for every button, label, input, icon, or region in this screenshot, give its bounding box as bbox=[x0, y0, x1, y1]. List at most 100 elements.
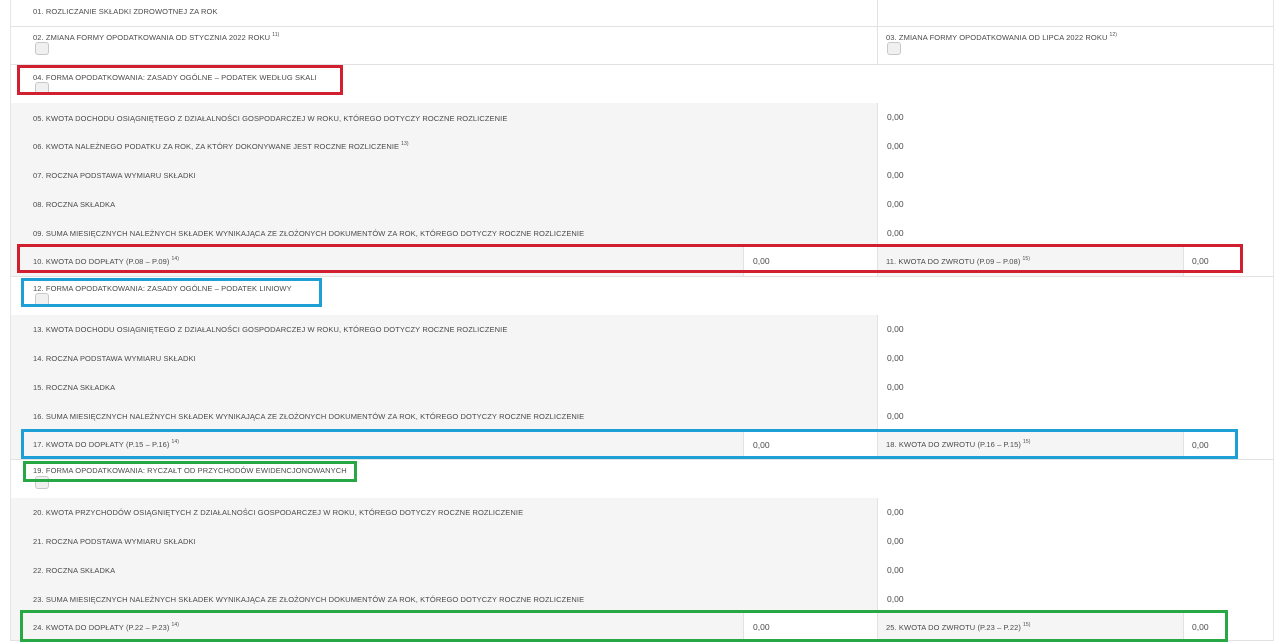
label-04: 04. Forma opodatkowania: zasady ogólne –… bbox=[33, 73, 317, 82]
field-16[interactable]: 0,00 bbox=[877, 402, 1273, 430]
row-24-25: 24. Kwota do dopłaty (P.22 – P.23) 14) 0,… bbox=[10, 613, 1274, 641]
field-07[interactable]: 0,00 bbox=[877, 161, 1273, 190]
checkbox-02[interactable] bbox=[35, 42, 49, 55]
value-13: 0,00 bbox=[887, 324, 904, 334]
field-15[interactable]: 0,00 bbox=[877, 373, 1273, 402]
row-10-11: 10. Kwota do dopłaty (P.08 – P.09) 14) 0,… bbox=[10, 247, 1274, 277]
footnote-ref: 14) bbox=[171, 256, 180, 262]
value-05: 0,00 bbox=[887, 112, 904, 122]
field-23[interactable]: 0,00 bbox=[877, 585, 1273, 613]
row-01: 01. Rozliczanie składki zdrowotnej za ro… bbox=[10, 0, 1274, 27]
label-01: 01. Rozliczanie składki zdrowotnej za ro… bbox=[33, 7, 218, 16]
row-19: 19. Forma opodatkowania: ryczałt od przy… bbox=[10, 459, 1274, 499]
label-13: 13. Kwota dochodu osiągniętego z działal… bbox=[33, 325, 508, 334]
label-19: 19. Forma opodatkowania: ryczałt od przy… bbox=[33, 466, 347, 475]
label-08: 08. Roczna składka bbox=[33, 200, 116, 209]
label-05: 05. Kwota dochodu osiągniętego z działal… bbox=[33, 114, 508, 123]
value-07: 0,00 bbox=[887, 170, 904, 180]
label-06: 06. Kwota należnego podatku za rok, za k… bbox=[33, 141, 409, 151]
row-20: 20. Kwota przychodów osiągniętych z dzia… bbox=[10, 498, 1274, 528]
row-17-18: 17. Kwota do dopłaty (P.15 – P.16) 14) 0,… bbox=[10, 430, 1274, 460]
value-08: 0,00 bbox=[887, 199, 904, 209]
row-06: 06. Kwota należnego podatku za rok, za k… bbox=[10, 132, 1274, 162]
value-25: 0,00 bbox=[1192, 622, 1209, 632]
label-16: 16. Suma miesięcznych należnych składek … bbox=[33, 412, 585, 421]
label-23: 23. Suma miesięcznych należnych składek … bbox=[33, 595, 585, 604]
footnote-ref: 13) bbox=[401, 141, 409, 147]
field-11[interactable]: 0,00 bbox=[1183, 247, 1273, 276]
footnote-ref: 14) bbox=[171, 622, 180, 628]
row-14: 14. Roczna podstawa wymiaru składki 0,00 bbox=[10, 344, 1274, 374]
field-25[interactable]: 0,00 bbox=[1183, 613, 1273, 640]
row-22: 22. Roczna składka 0,00 bbox=[10, 556, 1274, 586]
value-09: 0,00 bbox=[887, 228, 904, 238]
checkbox-03[interactable] bbox=[887, 42, 901, 55]
row-21: 21. Roczna podstawa wymiaru składki 0,00 bbox=[10, 527, 1274, 557]
label-25: 25. Kwota do zwrotu (P.23 – P.22) 15) bbox=[886, 622, 1031, 632]
field-21[interactable]: 0,00 bbox=[877, 527, 1273, 556]
label-18: 18. Kwota do zwrotu (P.16 – P.15) 15) bbox=[886, 439, 1031, 449]
row-15: 15. Roczna składka 0,00 bbox=[10, 373, 1274, 403]
field-09[interactable]: 0,00 bbox=[877, 219, 1273, 247]
field-05[interactable]: 0,00 bbox=[877, 103, 1273, 132]
value-18: 0,00 bbox=[1192, 440, 1209, 450]
value-21: 0,00 bbox=[887, 536, 904, 546]
field-10[interactable]: 0,00 bbox=[743, 247, 877, 276]
field-18[interactable]: 0,00 bbox=[1183, 430, 1273, 459]
field-17[interactable]: 0,00 bbox=[743, 430, 877, 459]
label-10: 10. Kwota do dopłaty (P.08 – P.09) 14) bbox=[33, 256, 180, 266]
row-23: 23. Suma miesięcznych należnych składek … bbox=[10, 585, 1274, 614]
row-08: 08. Roczna składka 0,00 bbox=[10, 190, 1274, 220]
value-14: 0,00 bbox=[887, 353, 904, 363]
row-13: 13. Kwota dochodu osiągniętego z działal… bbox=[10, 315, 1274, 345]
field-13[interactable]: 0,00 bbox=[877, 315, 1273, 344]
value-17: 0,00 bbox=[753, 440, 770, 450]
row-09: 09. Suma miesięcznych należnych składek … bbox=[10, 219, 1274, 248]
checkbox-04[interactable] bbox=[35, 82, 49, 95]
checkbox-19[interactable] bbox=[35, 476, 49, 489]
field-14[interactable]: 0,00 bbox=[877, 344, 1273, 373]
label-12: 12. Forma opodatkowania: zasady ogólne –… bbox=[33, 284, 292, 293]
value-16: 0,00 bbox=[887, 411, 904, 421]
field-06[interactable]: 0,00 bbox=[877, 132, 1273, 161]
label-15: 15. Roczna składka bbox=[33, 383, 116, 392]
label-17: 17. Kwota do dopłaty (P.15 – P.16) 14) bbox=[33, 439, 180, 449]
label-21: 21. Roczna podstawa wymiaru składki bbox=[33, 537, 196, 546]
value-24: 0,00 bbox=[753, 622, 770, 632]
value-15: 0,00 bbox=[887, 382, 904, 392]
checkbox-12[interactable] bbox=[35, 293, 49, 306]
row-07: 07. Roczna podstawa wymiaru składki 0,00 bbox=[10, 161, 1274, 191]
row-05: 05. Kwota dochodu osiągniętego z działal… bbox=[10, 103, 1274, 133]
label-22: 22. Roczna składka bbox=[33, 566, 116, 575]
cell-03: 03. Zmiana formy opodatkowania od lipca … bbox=[877, 26, 1273, 64]
label-11: 11. Kwota do zwrotu (P.09 – P.08) 15) bbox=[886, 256, 1030, 266]
health-contribution-form: 01. Rozliczanie składki zdrowotnej za ro… bbox=[0, 0, 1280, 642]
field-08[interactable]: 0,00 bbox=[877, 190, 1273, 219]
cell-18: 18. Kwota do zwrotu (P.16 – P.15) 15) bbox=[877, 430, 1183, 459]
footnote-ref: 15) bbox=[1022, 256, 1030, 262]
row-04: 04. Forma opodatkowania: zasady ogólne –… bbox=[10, 64, 1274, 104]
row-12: 12. Forma opodatkowania: zasady ogólne –… bbox=[10, 276, 1274, 316]
value-23: 0,00 bbox=[887, 594, 904, 604]
footnote-ref: 15) bbox=[1023, 439, 1031, 445]
row-02-03: 02. Zmiana formy opodatkowania od styczn… bbox=[10, 26, 1274, 65]
footnote-ref: 14) bbox=[171, 439, 180, 445]
value-20: 0,00 bbox=[887, 507, 904, 517]
row-16: 16. Suma miesięcznych należnych składek … bbox=[10, 402, 1274, 431]
label-03: 03. Zmiana formy opodatkowania od lipca … bbox=[886, 32, 1118, 42]
value-cell-01[interactable] bbox=[877, 0, 1273, 26]
label-14: 14. Roczna podstawa wymiaru składki bbox=[33, 354, 196, 363]
footnote-ref: 12) bbox=[1109, 32, 1118, 38]
value-06: 0,00 bbox=[887, 141, 904, 151]
field-24[interactable]: 0,00 bbox=[743, 613, 877, 640]
cell-25: 25. Kwota do zwrotu (P.23 – P.22) 15) bbox=[877, 613, 1183, 640]
footnote-ref: 15) bbox=[1023, 622, 1031, 628]
field-20[interactable]: 0,00 bbox=[877, 498, 1273, 527]
value-11: 0,00 bbox=[1192, 256, 1209, 266]
field-22[interactable]: 0,00 bbox=[877, 556, 1273, 585]
footnote-ref: 11) bbox=[272, 32, 280, 38]
label-07: 07. Roczna podstawa wymiaru składki bbox=[33, 171, 196, 180]
label-02: 02. Zmiana formy opodatkowania od styczn… bbox=[33, 32, 280, 42]
label-20: 20. Kwota przychodów osiągniętych z dzia… bbox=[33, 508, 524, 517]
value-22: 0,00 bbox=[887, 565, 904, 575]
